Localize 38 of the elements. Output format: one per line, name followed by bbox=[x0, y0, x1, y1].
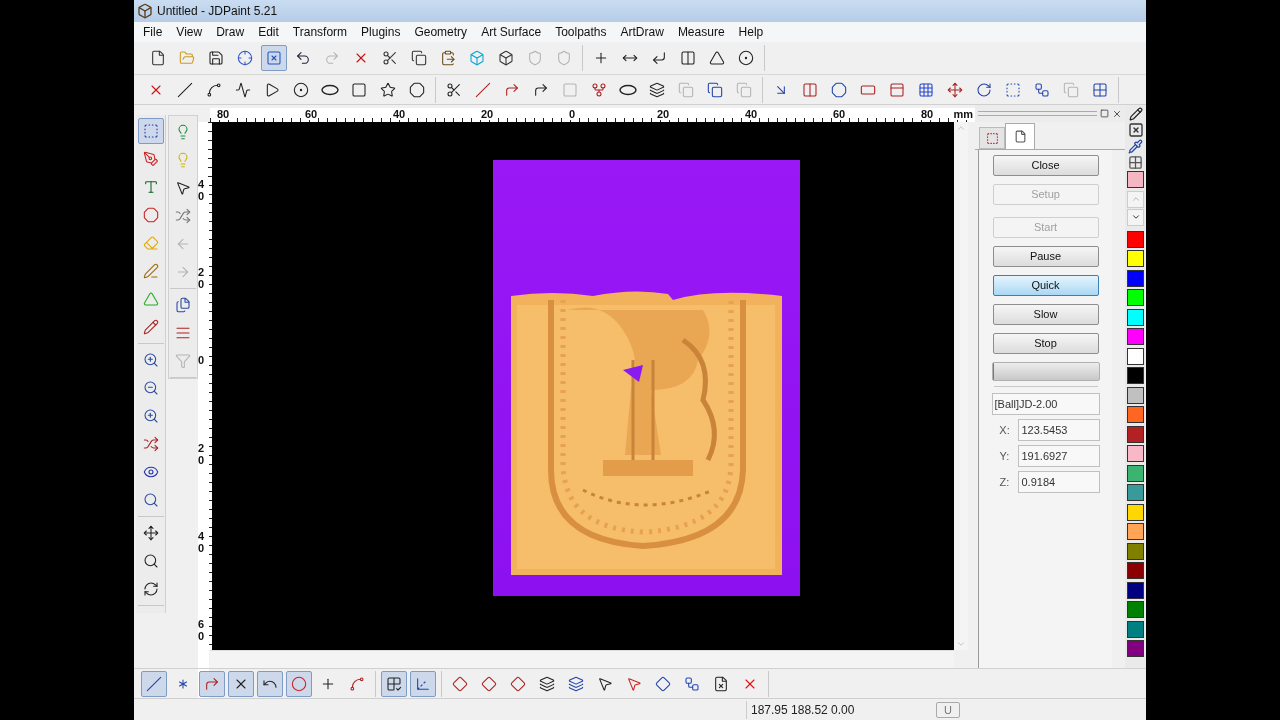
menu-item[interactable]: Art Surface bbox=[474, 23, 549, 41]
ruler-label: 60 bbox=[304, 108, 319, 120]
status-mode: U bbox=[936, 701, 960, 718]
menu-item[interactable]: ArtDraw bbox=[613, 23, 671, 41]
ruler-label: 60 bbox=[832, 108, 847, 120]
ruler-label: 20 bbox=[198, 442, 209, 530]
ruler-label: 0 bbox=[568, 108, 577, 120]
menu-item[interactable]: View bbox=[169, 23, 210, 41]
ruler-label: 80 bbox=[920, 108, 935, 120]
menu-item[interactable]: Draw bbox=[209, 23, 252, 41]
menu-item[interactable]: Geometry bbox=[407, 23, 475, 41]
coordinate-label: Y: bbox=[998, 448, 1011, 464]
panel-button[interactable]: Stop bbox=[992, 333, 1099, 354]
menu-item[interactable]: Plugins bbox=[354, 23, 408, 41]
panel-button[interactable]: Pause bbox=[992, 246, 1099, 267]
menu-item[interactable]: Help bbox=[731, 23, 771, 41]
ruler-label: 80 bbox=[216, 108, 231, 120]
coordinate-field[interactable]: 0.9184 bbox=[1017, 471, 1100, 493]
ruler-label: 40 bbox=[198, 530, 209, 618]
coordinate-field[interactable]: 123.5453 bbox=[1017, 419, 1100, 441]
status-coordinates: 187.95 188.52 0.00 bbox=[746, 700, 934, 719]
menu-item[interactable]: Edit bbox=[251, 23, 286, 41]
ruler-label: 20 bbox=[480, 108, 495, 120]
coordinate-field[interactable]: 191.6927 bbox=[1017, 445, 1100, 467]
tool-field[interactable]: [Ball]JD-2.00 bbox=[991, 393, 1100, 415]
menu-item[interactable]: File bbox=[136, 23, 170, 41]
window-title: Untitled - JDPaint 5.21 bbox=[157, 3, 278, 20]
ruler-label: 20 bbox=[656, 108, 671, 120]
ruler-label: 40 bbox=[744, 108, 759, 120]
menu-item[interactable]: Toolpaths bbox=[548, 23, 614, 41]
menu-item[interactable]: Measure bbox=[670, 23, 732, 41]
panel-button[interactable]: Quick bbox=[992, 275, 1099, 296]
panel-button[interactable]: Slow bbox=[992, 304, 1099, 325]
coordinate-label: X: bbox=[998, 422, 1011, 438]
coordinate-label: Z: bbox=[998, 474, 1011, 490]
menu-item[interactable]: Transform bbox=[285, 23, 355, 41]
panel-button[interactable]: Close bbox=[992, 155, 1099, 176]
ruler-label: 40 bbox=[392, 108, 407, 120]
